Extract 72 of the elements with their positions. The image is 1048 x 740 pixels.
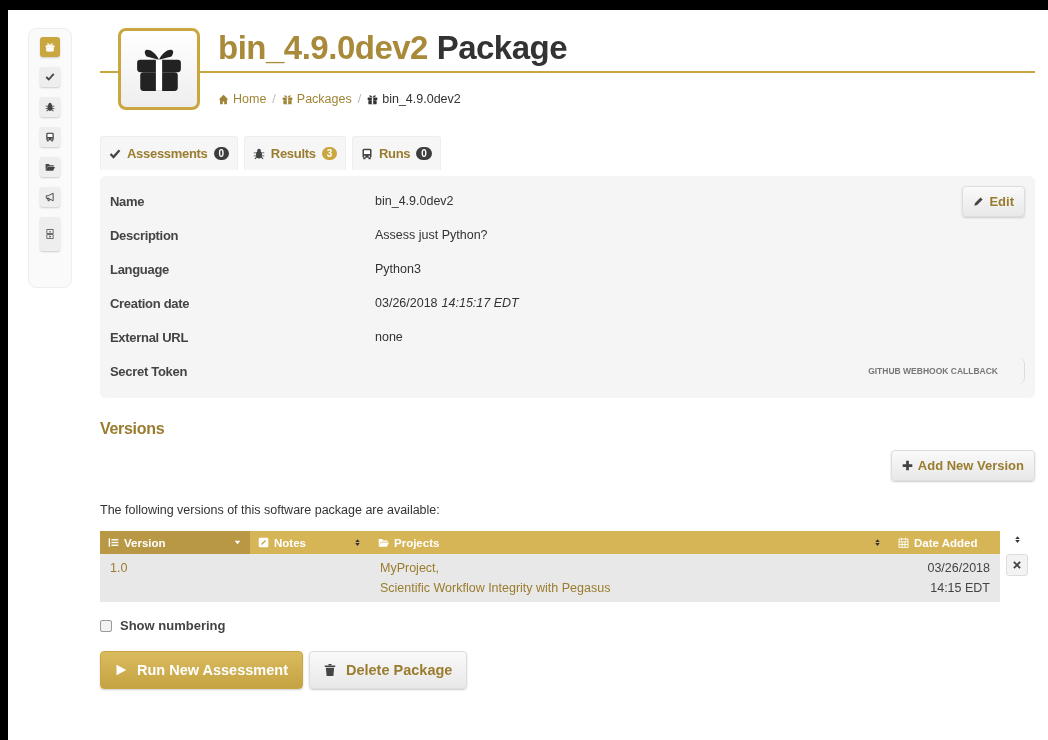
field-label: Name	[110, 192, 146, 211]
section-title: Versions	[100, 420, 166, 438]
notes-icon	[258, 537, 269, 548]
check-icon	[109, 147, 121, 160]
edit-button[interactable]: Edit	[962, 185, 1025, 217]
field-value: bin_4.9.0dev2	[375, 193, 455, 210]
bug-icon	[45, 102, 55, 112]
delete-package-button[interactable]: Delete Package	[308, 651, 468, 689]
project-link[interactable]: MyProject,	[380, 558, 880, 578]
tab[interactable]: Runs 0	[351, 136, 441, 170]
field-value: 03/26/2018 14:15:17 EDT	[375, 295, 521, 312]
column-header[interactable]: Version	[100, 531, 250, 554]
webhook-button[interactable]: GITHUB WEBHOOK CALLBACK	[860, 358, 1025, 384]
add-version-button[interactable]: Add New Version	[890, 450, 1035, 481]
tab[interactable]: Results 3	[243, 136, 346, 170]
bus-icon	[45, 132, 55, 142]
count-badge: 3	[321, 147, 337, 160]
close-icon	[1012, 560, 1022, 570]
sort-icon	[353, 538, 362, 547]
delete-row-button[interactable]	[1006, 554, 1028, 576]
breadcrumb-separator: /	[357, 92, 362, 106]
field-label: Creation date	[110, 294, 191, 313]
sidebar-button[interactable]	[40, 217, 60, 251]
bug-icon	[252, 147, 265, 160]
column-header[interactable]: Notes	[250, 531, 370, 554]
checkbox[interactable]	[100, 619, 112, 632]
sidebar-button[interactable]	[40, 127, 60, 147]
megaphone-icon	[45, 192, 55, 202]
gift-icon	[281, 93, 293, 105]
plus-icon	[901, 460, 913, 471]
checkbox-label: Show numbering	[120, 618, 226, 633]
field-label: Secret Token	[110, 362, 189, 381]
field-label: External URL	[110, 328, 190, 347]
home-icon	[218, 93, 229, 105]
panels-icon	[45, 229, 55, 239]
tab[interactable]: Assessments 0	[100, 136, 238, 170]
table-cell: 03/26/2018 14:15 EDT	[890, 554, 1000, 602]
run-assessment-button[interactable]: Run New Assessment	[100, 651, 303, 689]
folder-icon	[45, 162, 55, 172]
column-header[interactable]: Projects	[370, 531, 890, 554]
page-title: bin_4.9.0dev2 Package	[218, 28, 568, 68]
sidebar-button[interactable]	[40, 187, 60, 207]
play-icon	[115, 664, 127, 676]
trash-icon	[323, 664, 336, 676]
field-value: Python3	[375, 261, 422, 278]
intro-text: The following versions of this software package are available:	[100, 503, 441, 517]
sidebar-button[interactable]	[40, 67, 60, 87]
gift-icon	[367, 93, 379, 105]
breadcrumb-item[interactable]: Packages	[296, 92, 352, 106]
field-label: Language	[110, 260, 170, 279]
column-header[interactable]: Date Added	[890, 531, 1000, 554]
project-link[interactable]: Scientific Workflow Integrity with Pegasus	[380, 578, 880, 598]
check-icon	[45, 72, 55, 82]
pencil-icon	[973, 195, 985, 207]
count-badge: 0	[416, 147, 432, 160]
field-value: none	[375, 329, 404, 346]
caret-icon	[233, 538, 242, 547]
sort-icon	[873, 538, 882, 547]
breadcrumb-separator: /	[272, 92, 276, 106]
field-value: Assess just Python?	[375, 227, 489, 244]
field-label: Description	[110, 226, 180, 245]
sidebar-button[interactable]	[40, 157, 60, 177]
breadcrumb-item[interactable]: Home	[233, 92, 267, 106]
calendar-icon	[898, 537, 909, 548]
breadcrumb-item: bin_4.9.0dev2	[382, 92, 461, 106]
list-icon	[108, 537, 119, 548]
bus-icon	[360, 147, 373, 160]
sidebar-button[interactable]	[40, 97, 60, 117]
gift-icon	[45, 42, 55, 52]
count-badge: 0	[213, 147, 229, 160]
folder-icon	[378, 537, 389, 548]
table-cell: 1.0	[100, 554, 250, 602]
